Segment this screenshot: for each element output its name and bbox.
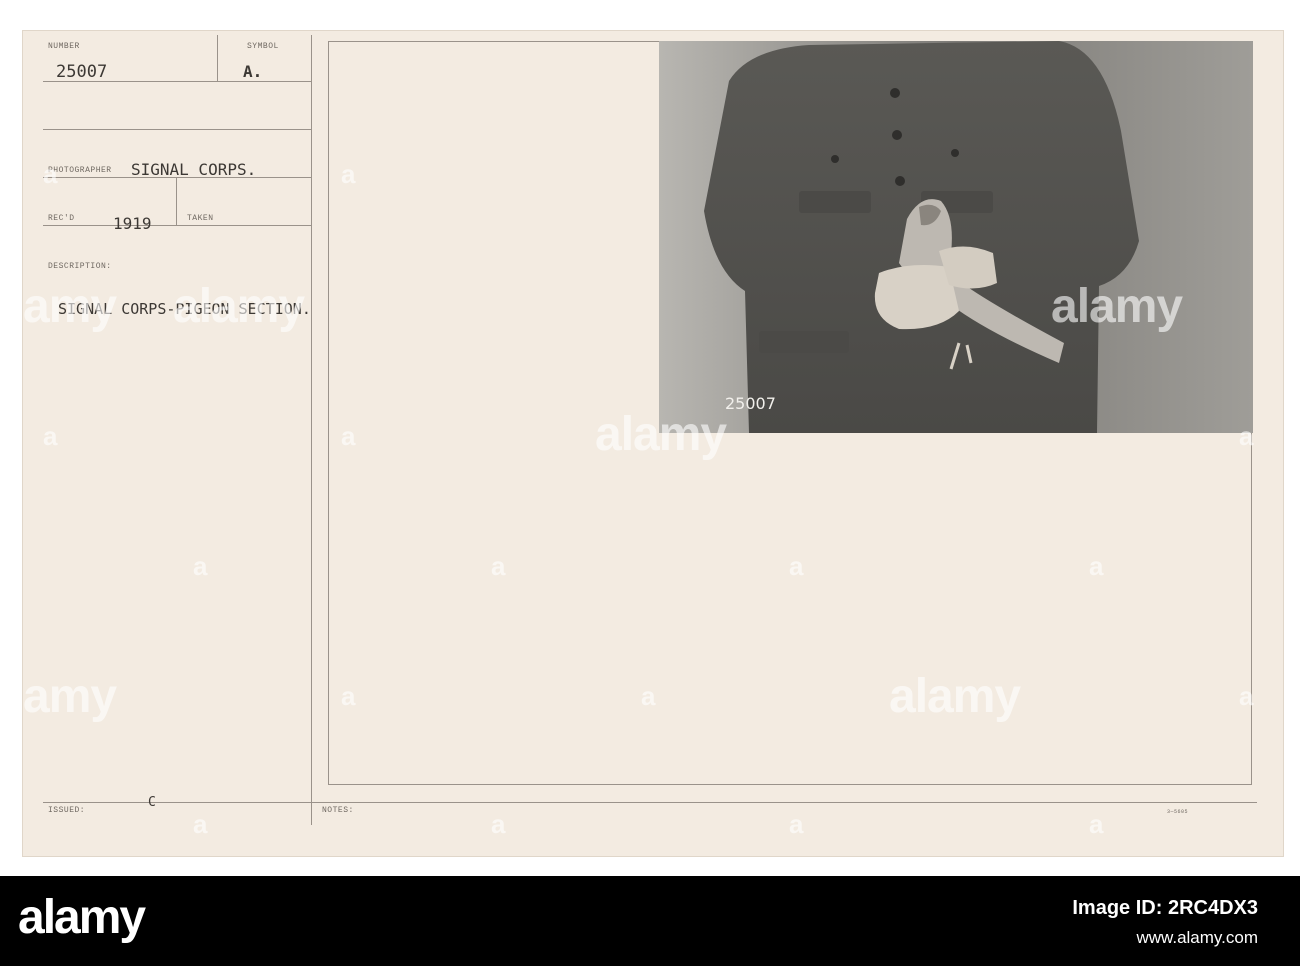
watermark-glyph: a [193, 551, 208, 581]
watermark-glyph: a [43, 421, 58, 451]
footer-bar [0, 876, 1300, 966]
taken-label: TAKEN [187, 214, 214, 223]
notes-label: NOTES: [322, 806, 354, 815]
separator-line [43, 129, 311, 130]
number-label: NUMBER [48, 42, 80, 51]
soldier-with-pigeon-image: 25007 [659, 41, 1253, 433]
recd-label: REC'D [48, 214, 75, 223]
watermark: alamy [23, 280, 117, 333]
form-code: 3—5605 [1167, 809, 1189, 815]
watermark-glyph: a [341, 421, 356, 451]
watermark-glyph: a [789, 809, 804, 839]
symbol-value: A. [243, 62, 263, 81]
watermark: alamy [595, 408, 727, 461]
site-url[interactable]: www.alamy.com [1136, 928, 1258, 948]
watermark: alamy [1051, 280, 1183, 333]
recd-line [43, 225, 311, 226]
watermark-glyph: a [341, 681, 356, 711]
watermark-glyph: a [1089, 551, 1104, 581]
svg-text:alamy: alamy [18, 893, 146, 944]
photographer-value: SIGNAL CORPS. [131, 160, 257, 179]
frame-left [328, 41, 329, 785]
recd-divider [176, 177, 177, 225]
watermark-glyph: a [1239, 421, 1254, 451]
column-divider [311, 35, 312, 825]
photographer-label: PHOTOGRAPHER [48, 166, 112, 175]
issued-line [43, 802, 1257, 803]
record-card: NUMBER 25007 SYMBOL A. PHOTOGRAPHER SIGN… [22, 30, 1284, 857]
watermark-glyph: a [1239, 681, 1254, 711]
image-id: Image ID: 2RC4DX3 [1072, 897, 1258, 919]
description-label: DESCRIPTION: [48, 262, 112, 271]
recd-value: 1919 [113, 214, 152, 233]
watermark-glyph: a [491, 809, 506, 839]
issued-label: ISSUED: [48, 806, 86, 815]
watermark-glyph: a [1089, 809, 1104, 839]
watermark-glyph: a [641, 681, 656, 711]
watermark-glyph: a [341, 159, 356, 189]
frame-top [328, 41, 659, 42]
watermark: alamy [173, 280, 305, 333]
number-divider [217, 35, 218, 81]
number-value: 25007 [56, 62, 108, 82]
issued-value: C [148, 795, 156, 810]
watermark-glyph: a [43, 159, 58, 189]
watermark: alamy [889, 670, 1021, 723]
watermark-glyph: a [491, 551, 506, 581]
watermark-glyph: a [789, 551, 804, 581]
symbol-label: SYMBOL [247, 42, 279, 51]
alamy-logo[interactable]: alamy [18, 893, 178, 949]
watermark-glyph: a [193, 809, 208, 839]
photograph: 25007 [659, 41, 1253, 433]
frame-bottom [328, 784, 1252, 785]
negative-number: 25007 [725, 394, 776, 413]
watermark: alamy [23, 670, 117, 723]
